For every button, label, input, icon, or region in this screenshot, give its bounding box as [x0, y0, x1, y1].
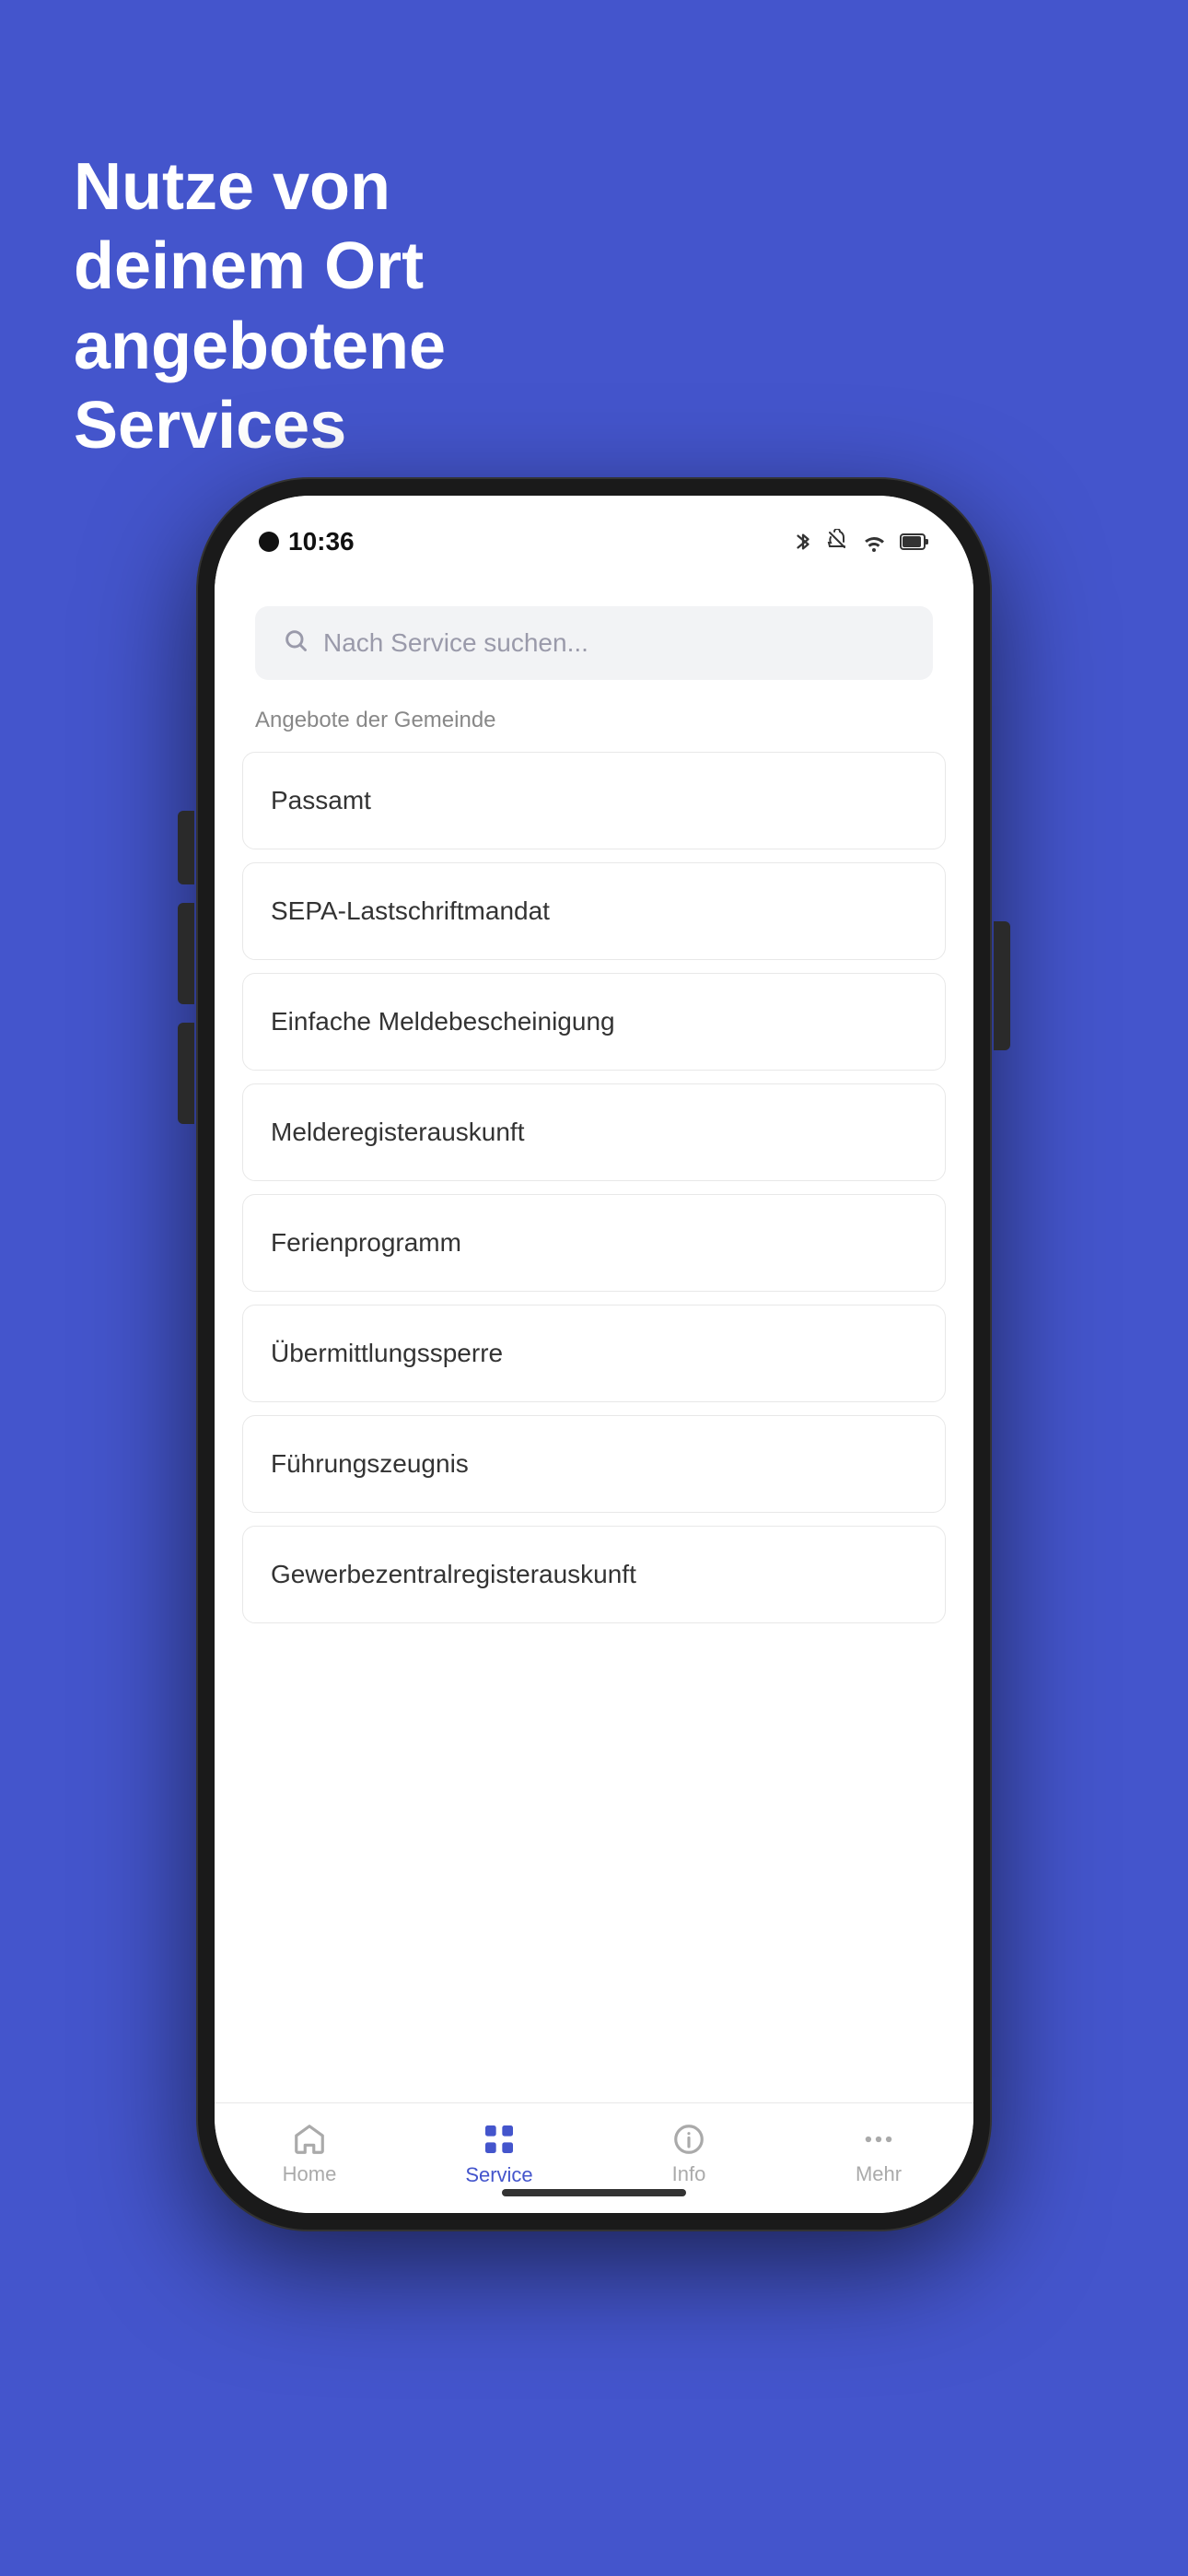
search-container: Nach Service suchen...	[215, 588, 973, 708]
list-item[interactable]: Einfache Meldebescheinigung	[242, 973, 946, 1071]
nav-bar: Home Service	[215, 2102, 973, 2213]
nav-item-mehr[interactable]: Mehr	[823, 2122, 934, 2186]
status-time: 10:36	[259, 527, 355, 556]
power-button	[994, 921, 1010, 1050]
service-grid-icon	[481, 2121, 518, 2158]
info-icon	[671, 2122, 706, 2157]
search-icon	[283, 627, 309, 660]
nav-label-mehr: Mehr	[856, 2162, 902, 2186]
phone-shell: 10:36	[198, 479, 990, 2230]
nav-label-service: Service	[465, 2163, 532, 2187]
list-item[interactable]: Führungszeugnis	[242, 1415, 946, 1513]
battery-icon	[900, 532, 929, 552]
status-bar: 10:36	[215, 496, 973, 569]
mute-icon	[826, 529, 848, 555]
list-item[interactable]: Gewerbezentralregisterauskunft	[242, 1526, 946, 1623]
nav-item-home[interactable]: Home	[254, 2122, 365, 2186]
phone-screen: 10:36	[215, 496, 973, 2213]
hero-title: Nutze von deinem Ort angebotene Services	[74, 147, 626, 466]
section-label: Angebote der Gemeinde	[215, 708, 973, 752]
status-icons	[793, 529, 929, 555]
more-icon	[861, 2122, 896, 2157]
app-content: Nach Service suchen... Angebote der Geme…	[215, 569, 973, 2102]
home-indicator	[502, 2189, 686, 2196]
nav-label-home: Home	[283, 2162, 337, 2186]
nav-label-info: Info	[672, 2162, 706, 2186]
search-bar[interactable]: Nach Service suchen...	[255, 606, 933, 680]
vol-up-button	[178, 903, 194, 1004]
nav-item-service[interactable]: Service	[444, 2121, 554, 2187]
list-item[interactable]: Ferienprogramm	[242, 1194, 946, 1292]
list-item[interactable]: Passamt	[242, 752, 946, 849]
phone-device: 10:36	[198, 479, 990, 2230]
list-item[interactable]: SEPA-Lastschriftmandat	[242, 862, 946, 960]
home-icon	[292, 2122, 327, 2157]
bluetooth-icon	[793, 529, 813, 555]
list-item[interactable]: Melderegisterauskunft	[242, 1083, 946, 1181]
camera-dot	[259, 532, 279, 552]
vol-down-button	[178, 1023, 194, 1124]
list-item[interactable]: Übermittlungssperre	[242, 1305, 946, 1402]
nav-item-info[interactable]: Info	[634, 2122, 744, 2186]
wifi-icon	[861, 531, 887, 553]
service-list: Passamt SEPA-Lastschriftmandat Einfache …	[215, 752, 973, 1623]
search-placeholder: Nach Service suchen...	[323, 628, 588, 658]
